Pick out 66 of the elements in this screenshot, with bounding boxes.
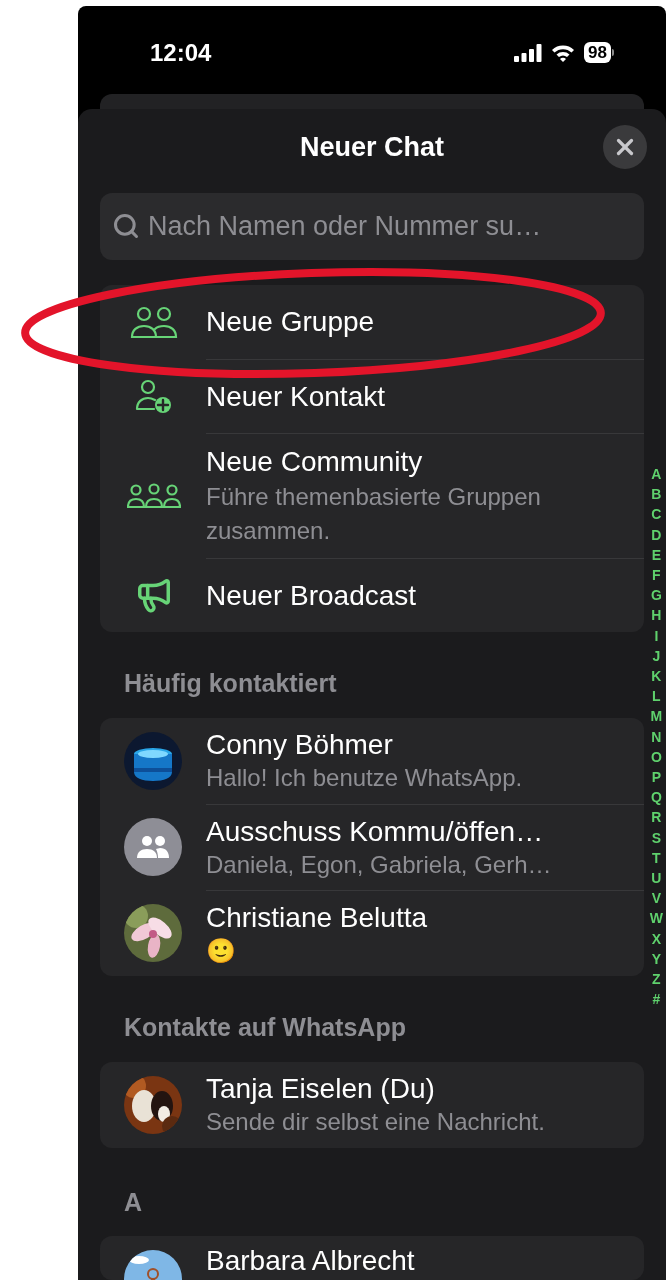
search-icon <box>112 212 140 240</box>
contact-status: 🙂 <box>206 935 237 966</box>
index-letter[interactable]: G <box>650 585 662 606</box>
index-letter[interactable]: L <box>652 686 661 707</box>
index-letter[interactable]: I <box>654 625 659 646</box>
contact-name: Ausschuss Kommu/öffen… <box>206 814 545 849</box>
contact-row[interactable]: Barbara Albrecht <box>100 1236 644 1280</box>
contact-row[interactable]: Christiane Belutta 🙂 <box>100 890 644 976</box>
action-row[interactable]: Neue Community Führe themenbasierte Gruppen zusammen. <box>100 433 644 558</box>
signal-icon <box>514 43 543 62</box>
index-letter[interactable]: P <box>651 767 662 788</box>
contact-row[interactable]: Tanja Eiselen (Du) Sende dir selbst eine Nachricht. <box>100 1062 644 1148</box>
three-people-icon <box>127 482 181 509</box>
contact-name: Tanja Eiselen (Du) <box>206 1072 436 1106</box>
action-label: Neue Gruppe <box>206 305 376 339</box>
action-label: Neuer Kontakt <box>206 379 386 414</box>
index-letter[interactable]: H <box>651 605 662 626</box>
index-letter[interactable]: N <box>651 726 662 747</box>
action-row[interactable]: Neuer Broadcast <box>100 558 644 632</box>
index-letter[interactable]: E <box>651 544 662 565</box>
contact-status: Sende dir selbst eine Nachricht. <box>206 1107 546 1137</box>
index-letter[interactable]: U <box>651 868 662 889</box>
index-letter[interactable]: C <box>651 504 662 525</box>
contact-name: Conny Böhmer <box>206 728 394 762</box>
index-letter[interactable]: O <box>650 746 662 768</box>
people-icon <box>136 835 170 859</box>
index-letter[interactable]: B <box>651 484 662 505</box>
contact-row[interactable]: Conny Böhmer Hallo! Ich benutze WhatsApp. <box>100 718 644 804</box>
index-letter[interactable]: S <box>651 827 662 848</box>
wifi-icon <box>551 43 576 62</box>
index-letter[interactable]: X <box>651 928 662 949</box>
status-time: 12:04 <box>150 37 212 68</box>
action-subtitle: Führe themenbasierte Gruppen zusammen. <box>206 482 542 546</box>
contact-row[interactable]: Ausschuss Kommu/öffen… Daniela, Egon, Gabriela, Gerh… <box>100 804 644 890</box>
index-letter[interactable]: F <box>652 565 661 586</box>
action-row[interactable]: Neue Gruppe <box>100 285 644 359</box>
contact-status: Daniela, Egon, Gabriela, Gerh… <box>206 849 553 880</box>
action-row[interactable]: Neuer Kontakt <box>100 359 644 433</box>
people-icon <box>130 305 178 339</box>
index-letter[interactable]: W <box>649 908 663 929</box>
index-letter[interactable]: M <box>650 706 663 727</box>
index-letter[interactable]: T <box>652 847 661 869</box>
close-button[interactable] <box>603 125 647 169</box>
index-letter[interactable]: # <box>652 989 661 1010</box>
section-header: A <box>124 1186 143 1218</box>
index-letter[interactable]: A <box>651 464 662 485</box>
section-header: Häufig kontaktiert <box>124 667 337 699</box>
index-letter[interactable]: Y <box>651 948 662 970</box>
megaphone-icon <box>135 576 173 614</box>
index-letter[interactable]: Z <box>652 969 661 990</box>
index-letter[interactable]: Q <box>650 787 662 808</box>
sheet-title: Neuer Chat <box>300 130 444 164</box>
search-field[interactable]: Nach Namen oder Nummer su… <box>100 193 644 260</box>
index-letter[interactable]: R <box>651 807 662 828</box>
battery-level: 98 <box>584 42 611 63</box>
index-letter[interactable]: K <box>651 666 662 687</box>
index-letter[interactable]: J <box>652 645 661 667</box>
index-letter[interactable]: D <box>651 524 662 545</box>
contact-name: Christiane Belutta <box>206 900 428 935</box>
action-label: Neue Community <box>206 445 424 479</box>
section-header: Kontakte auf WhatsApp <box>124 1011 406 1043</box>
action-label: Neuer Broadcast <box>206 578 418 613</box>
contact-status: Hallo! Ich benutze WhatsApp. <box>206 763 524 793</box>
add-person-icon <box>134 378 174 414</box>
index-letter[interactable]: V <box>651 888 662 909</box>
contact-name: Barbara Albrecht <box>206 1244 416 1278</box>
